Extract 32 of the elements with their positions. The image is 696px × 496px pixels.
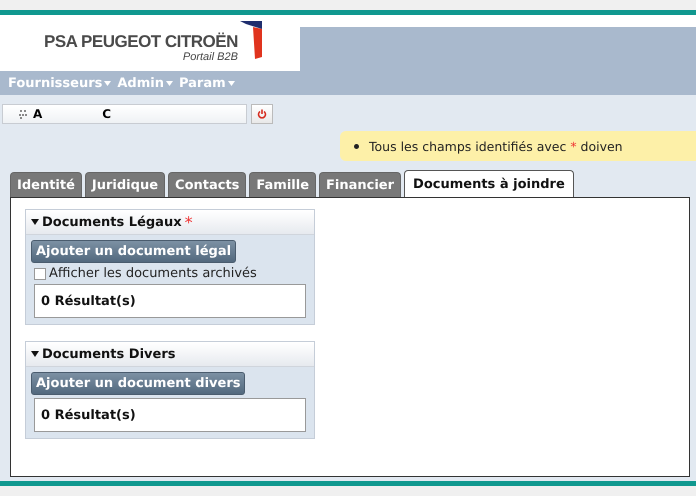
section-title: Documents Légaux — [42, 214, 182, 230]
tab[interactable]: Contacts — [168, 172, 246, 197]
checkbox[interactable] — [34, 268, 46, 280]
checkbox-label: Afficher les documents archivés — [49, 266, 257, 281]
user-icon — [19, 109, 27, 119]
required-mark: * — [184, 212, 193, 232]
user-name: A — [33, 107, 42, 121]
tab[interactable]: Financier — [319, 172, 402, 197]
power-icon — [257, 109, 267, 119]
caret-icon — [166, 80, 173, 86]
caret-icon — [228, 80, 235, 86]
notice-text: Tous les champs identifiés avec * doiven — [369, 138, 623, 154]
section-header[interactable]: Documents Légaux * — [26, 210, 314, 235]
caret-icon — [104, 80, 112, 86]
add-document-button[interactable]: Ajouter un document légal — [31, 240, 236, 263]
logo-mark-icon — [240, 21, 262, 59]
collapse-triangle-icon — [31, 351, 39, 357]
add-document-button[interactable]: Ajouter un document divers — [31, 372, 246, 395]
tab[interactable]: Juridique — [84, 172, 166, 197]
results-count: 0 Résultat(s) — [34, 284, 306, 318]
results-count: 0 Résultat(s) — [34, 398, 306, 432]
collapse-triangle-icon — [31, 219, 39, 225]
tab[interactable]: Identité — [10, 172, 82, 197]
section-header[interactable]: Documents Divers — [26, 342, 314, 367]
brand-name: PSA PEUGEOT CITROËN — [44, 33, 238, 51]
user-name: C — [102, 107, 112, 121]
bullet-icon — [354, 144, 359, 148]
power-button[interactable] — [251, 104, 273, 124]
tab[interactable]: Documents à joindre — [404, 170, 574, 197]
section-title: Documents Divers — [42, 346, 176, 362]
portal-subtitle: Portail B2B — [182, 51, 238, 63]
tab[interactable]: Famille — [249, 172, 316, 197]
